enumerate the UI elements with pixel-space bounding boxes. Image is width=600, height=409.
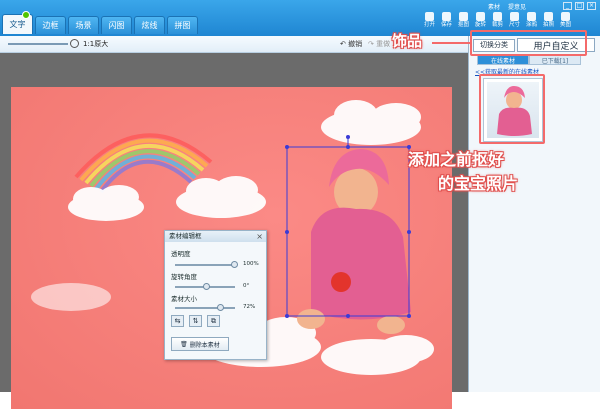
flip-vertical-icon[interactable]: ⇅ — [189, 315, 202, 327]
dialog-title: 素材编辑框 — [165, 231, 266, 242]
minimize-button[interactable]: _ — [563, 2, 572, 10]
zoom-icon[interactable] — [70, 39, 79, 48]
baby-photo-material[interactable] — [297, 149, 411, 334]
new-badge-icon — [22, 11, 30, 19]
flip-horizontal-icon[interactable]: ⇆ — [171, 315, 184, 327]
tool-label: 涂鸦 — [525, 22, 537, 28]
zoom-original-button[interactable]: 1:1原大 — [83, 39, 108, 49]
tool-label: 旋转 — [474, 22, 486, 28]
tab-label: 闪图 — [108, 21, 125, 30]
materials-link[interactable]: 素材 — [488, 2, 500, 11]
note-annotation-line1: 添加之前抠好 — [408, 150, 505, 169]
open-button[interactable]: 打开 — [421, 12, 438, 34]
redo-label: 重做 — [376, 40, 391, 48]
tab-glitter[interactable]: 炫线 — [134, 16, 165, 34]
undo-button[interactable]: ↶ 撤销 — [340, 39, 362, 49]
camera-icon — [544, 12, 553, 21]
tab-label: 文字 — [9, 20, 26, 29]
delete-material-button[interactable]: 🗑 删除本素材 — [171, 337, 229, 351]
thumbnail-highlight — [479, 74, 545, 144]
top-links: 素材 提意见 — [488, 2, 526, 11]
size-slider-handle[interactable] — [217, 304, 224, 311]
close-button[interactable]: × — [587, 2, 596, 10]
save-icon — [442, 12, 451, 21]
material-editor-dialog: 素材编辑框 × 透明度 100% 旋转角度 0° 素材大小 72% ⇆ ⇅ ⧉ … — [164, 230, 267, 360]
redo-button[interactable]: ↷ 重做 — [368, 39, 390, 49]
tool-label: 裁剪 — [491, 22, 503, 28]
cutout-icon — [459, 12, 468, 21]
trash-icon: 🗑 — [180, 340, 188, 348]
tab-text[interactable]: 文字 — [2, 11, 33, 34]
tool-label: 抠图 — [457, 22, 469, 28]
crop-icon — [493, 12, 502, 21]
size-value: 72% — [243, 304, 256, 310]
tab-flash[interactable]: 闪图 — [101, 16, 132, 34]
annotation-arrow — [432, 42, 470, 44]
tab-scene[interactable]: 场景 — [68, 16, 99, 34]
feedback-link[interactable]: 提意见 — [508, 2, 526, 11]
tab-online-materials[interactable]: 在线素材 — [477, 55, 529, 65]
zoom-slider[interactable] — [8, 43, 68, 45]
tab-label: 拼图 — [174, 21, 191, 30]
tool-label: 美图 — [559, 22, 571, 28]
rotation-value: 0° — [243, 283, 250, 289]
rotation-label: 旋转角度 — [171, 273, 197, 281]
doodle-icon — [527, 12, 536, 21]
ornament-annotation: 饰品 — [392, 32, 423, 50]
window-controls: _ □ × — [563, 2, 596, 10]
layer-order-icon[interactable]: ⧉ — [207, 315, 220, 327]
delete-material-label: 删除本素材 — [189, 341, 220, 349]
opacity-slider-handle[interactable] — [231, 261, 238, 268]
tab-downloaded[interactable]: 已下载[1] — [529, 55, 581, 65]
tab-label: 炫线 — [141, 21, 158, 30]
tab-border[interactable]: 边框 — [35, 16, 66, 34]
tab-label: 场景 — [75, 21, 92, 30]
opacity-value: 100% — [243, 261, 259, 267]
size-label: 素材大小 — [171, 295, 197, 303]
tool-label: 拍照 — [542, 22, 554, 28]
category-highlight — [470, 30, 587, 56]
undo-label: 撤销 — [348, 40, 363, 48]
tool-label: 尺寸 — [508, 22, 520, 28]
tool-label: 打开 — [423, 22, 435, 28]
rotation-slider-handle[interactable] — [203, 283, 210, 290]
maximize-button[interactable]: □ — [575, 2, 584, 10]
tool-label: 保存 — [440, 22, 452, 28]
note-annotation-line2: 的宝宝照片 — [438, 174, 519, 193]
size-slider[interactable] — [175, 307, 235, 309]
opacity-slider[interactable] — [175, 264, 235, 266]
open-icon — [425, 12, 434, 21]
tab-collage[interactable]: 拼图 — [167, 16, 198, 34]
panel-tabs: 在线素材 已下载[1] — [477, 55, 581, 65]
beautify-icon — [561, 12, 570, 21]
opacity-label: 透明度 — [171, 250, 191, 258]
save-button[interactable]: 保存 — [438, 12, 455, 34]
dialog-close-button[interactable]: × — [256, 232, 263, 241]
main-tabs: 文字 边框 场景 闪图 炫线 拼图 — [2, 11, 198, 34]
size-icon — [510, 12, 519, 21]
tab-label: 边框 — [42, 21, 59, 30]
rotate-icon — [476, 12, 485, 21]
